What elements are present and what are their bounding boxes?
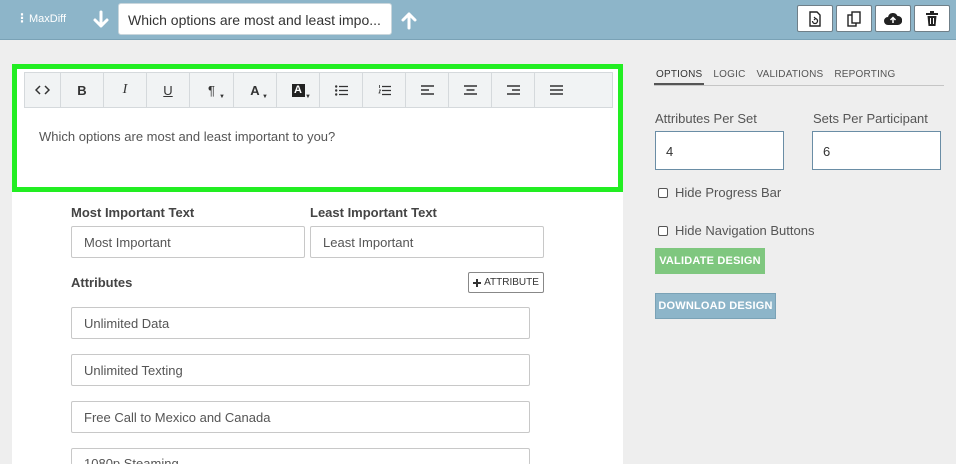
- underline-icon: U: [163, 82, 173, 98]
- paragraph-button[interactable]: ¶ ▼: [190, 73, 234, 107]
- numbered-list-icon: [377, 84, 391, 95]
- sets-per-participant-label: Sets Per Participant: [813, 111, 928, 126]
- bold-icon: B: [77, 82, 87, 98]
- most-important-label: Most Important Text: [71, 205, 195, 220]
- tab-logic[interactable]: LOGIC: [711, 64, 747, 85]
- most-important-input[interactable]: Most Important: [71, 226, 305, 258]
- hide-navigation-checkbox[interactable]: Hide Navigation Buttons: [658, 223, 814, 238]
- attributes-label: Attributes: [71, 275, 133, 290]
- least-important-input[interactable]: Least Important: [310, 226, 544, 258]
- add-attribute-label: ATTRIBUTE: [484, 277, 539, 288]
- attribute-input[interactable]: Free Call to Mexico and Canada: [71, 401, 530, 433]
- highlight-color-button[interactable]: A ▼: [277, 73, 320, 107]
- more-vertical-icon[interactable]: ⋮: [16, 11, 28, 25]
- download-design-button[interactable]: DOWNLOAD DESIGN: [655, 293, 776, 319]
- attributes-per-set-input[interactable]: 4: [655, 131, 784, 170]
- validate-design-button[interactable]: VALIDATE DESIGN: [655, 248, 765, 274]
- highlight-color-icon: A: [291, 83, 305, 97]
- sets-per-participant-input[interactable]: 6: [812, 131, 941, 170]
- caret-down-icon: ▼: [262, 94, 268, 100]
- align-right-icon: [506, 85, 520, 95]
- tab-validations[interactable]: VALIDATIONS: [755, 64, 826, 85]
- attribute-input[interactable]: Unlimited Texting: [71, 354, 530, 386]
- caret-down-icon: ▼: [305, 94, 311, 100]
- arrow-up-icon[interactable]: [400, 10, 418, 30]
- bullet-list-button[interactable]: [320, 73, 363, 107]
- add-attribute-button[interactable]: ATTRIBUTE: [468, 272, 544, 293]
- editor-toolbar: B I U ¶ ▼ A ▼ A ▼: [24, 72, 613, 108]
- cloud-upload-button[interactable]: [875, 5, 911, 32]
- hide-navigation-label: Hide Navigation Buttons: [675, 223, 815, 238]
- copy-button[interactable]: [836, 5, 872, 32]
- least-important-label: Least Important Text: [310, 205, 437, 220]
- align-center-icon: [463, 85, 477, 95]
- tab-reporting[interactable]: REPORTING: [832, 64, 897, 85]
- file-refresh-icon: [809, 10, 821, 27]
- sidebar-tabs: OPTIONS LOGIC VALIDATIONS REPORTING: [654, 64, 944, 86]
- delete-button[interactable]: [914, 5, 950, 32]
- bullet-list-icon: [334, 84, 348, 96]
- tab-options[interactable]: OPTIONS: [654, 64, 705, 85]
- attribute-input[interactable]: 1080p Steaming: [71, 448, 530, 464]
- attribute-input[interactable]: Unlimited Data: [71, 307, 530, 339]
- italic-icon: I: [122, 82, 128, 97]
- arrow-down-icon[interactable]: [92, 10, 110, 30]
- align-right-button[interactable]: [492, 73, 535, 107]
- question-title-input[interactable]: Which options are most and least impo...: [118, 3, 392, 35]
- code-view-button[interactable]: [25, 73, 61, 107]
- justify-button[interactable]: [535, 73, 578, 107]
- checkbox-box[interactable]: [658, 187, 668, 198]
- align-center-button[interactable]: [449, 73, 492, 107]
- align-left-button[interactable]: [406, 73, 449, 107]
- plus-icon: [473, 278, 482, 287]
- hide-progress-label: Hide Progress Bar: [675, 185, 782, 200]
- attributes-per-set-label: Attributes Per Set: [655, 111, 757, 126]
- survey-type-label[interactable]: MaxDiff: [29, 13, 66, 25]
- hide-progress-checkbox[interactable]: Hide Progress Bar: [658, 185, 781, 200]
- top-bar: ⋮ MaxDiff Which options are most and lea…: [0, 0, 956, 40]
- trash-icon: [926, 11, 938, 26]
- checkbox-box[interactable]: [658, 225, 668, 236]
- underline-button[interactable]: U: [147, 73, 190, 107]
- code-view-icon: [35, 85, 50, 95]
- numbered-list-button[interactable]: [363, 73, 406, 107]
- justify-icon: [550, 85, 563, 95]
- file-refresh-button[interactable]: [797, 5, 833, 32]
- font-color-icon: A: [250, 82, 260, 98]
- paragraph-icon: ¶: [208, 82, 215, 98]
- align-left-icon: [420, 85, 434, 95]
- italic-button[interactable]: I: [104, 73, 147, 107]
- caret-down-icon: ▼: [219, 94, 225, 100]
- editor-content[interactable]: Which options are most and least importa…: [39, 129, 335, 144]
- copy-icon: [846, 10, 861, 27]
- bold-button[interactable]: B: [61, 73, 104, 107]
- rich-text-editor[interactable]: B I U ¶ ▼ A ▼ A ▼ Which options are most an…: [12, 64, 623, 192]
- cloud-upload-icon: [884, 12, 902, 25]
- font-color-button[interactable]: A ▼: [234, 73, 277, 107]
